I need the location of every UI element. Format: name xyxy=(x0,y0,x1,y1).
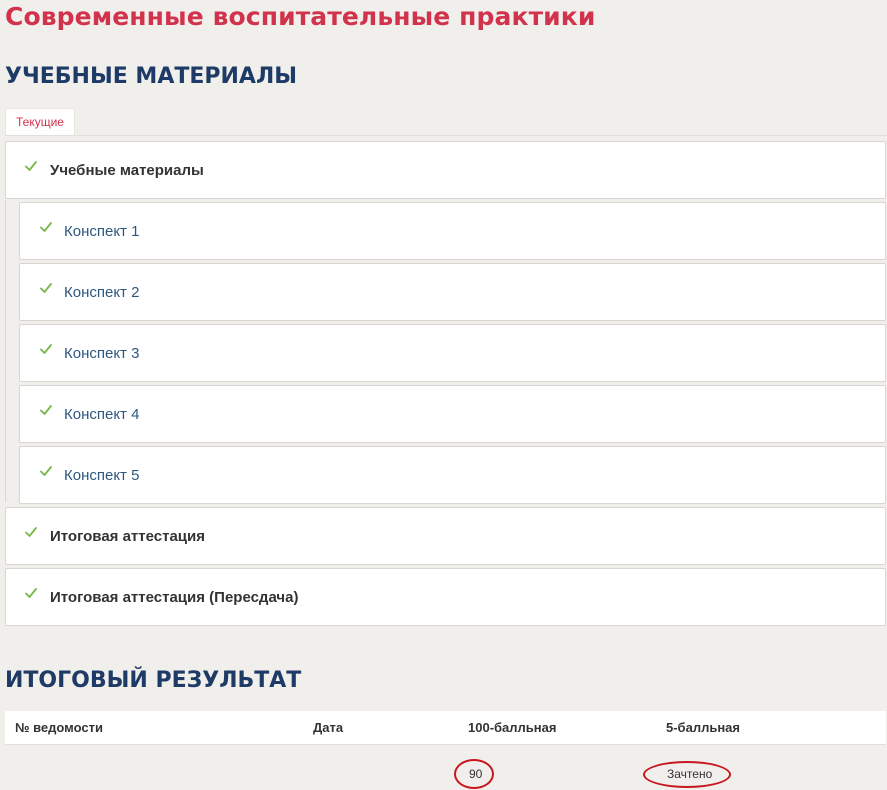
module-item[interactable]: Конспект 3 xyxy=(19,324,886,382)
highlight-ellipse xyxy=(643,761,731,788)
check-icon xyxy=(40,222,52,232)
col-score100: 100-балльная xyxy=(468,720,557,735)
tree-line xyxy=(5,200,6,502)
check-icon xyxy=(40,405,52,415)
module-link[interactable]: Конспект 2 xyxy=(64,284,139,301)
tab-current[interactable]: Текущие xyxy=(5,108,75,135)
results-heading: ИТОГОВЫЙ РЕЗУЛЬТАТ xyxy=(5,668,302,693)
col-date: Дата xyxy=(313,720,344,735)
col-record-no: № ведомости xyxy=(15,720,103,735)
module-item[interactable]: Конспект 2 xyxy=(19,263,886,321)
col-score5: 5-балльная xyxy=(666,720,740,735)
course-title: Современные воспитательные практики xyxy=(5,2,596,31)
results-table-header: № ведомости Дата 100-балльная 5-балльная xyxy=(5,711,886,745)
module-item[interactable]: Конспект 1 xyxy=(19,202,886,260)
module-link[interactable]: Конспект 1 xyxy=(64,223,139,240)
module-item[interactable]: Конспект 5 xyxy=(19,446,886,504)
check-icon xyxy=(25,588,37,598)
check-icon xyxy=(25,527,37,537)
module-group-materials[interactable]: Учебные материалы xyxy=(5,141,886,199)
module-label: Учебные материалы xyxy=(50,161,204,179)
highlight-ellipse xyxy=(454,759,494,789)
check-icon xyxy=(40,466,52,476)
module-link[interactable]: Конспект 3 xyxy=(64,345,139,362)
tabs-bar: Текущие xyxy=(5,108,887,136)
check-icon xyxy=(25,161,37,171)
check-icon xyxy=(40,344,52,354)
check-icon xyxy=(40,283,52,293)
materials-heading: УЧЕБНЫЕ МАТЕРИАЛЫ xyxy=(5,64,298,89)
module-link[interactable]: Конспект 5 xyxy=(64,467,139,484)
module-final-assessment[interactable]: Итоговая аттестация xyxy=(5,507,886,565)
module-item[interactable]: Конспект 4 xyxy=(19,385,886,443)
module-link[interactable]: Конспект 4 xyxy=(64,406,139,423)
module-label: Итоговая аттестация (Пересдача) xyxy=(50,588,299,606)
module-final-retake[interactable]: Итоговая аттестация (Пересдача) xyxy=(5,568,886,626)
module-label: Итоговая аттестация xyxy=(50,527,205,545)
